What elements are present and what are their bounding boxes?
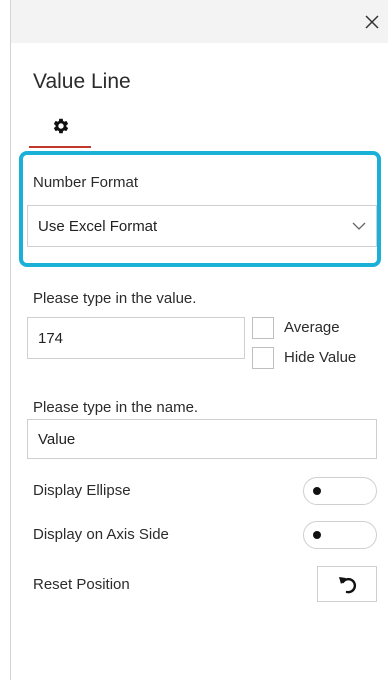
panel-title: Value Line: [33, 70, 131, 93]
number-format-label: Number Format: [33, 174, 139, 191]
display-axis-side-toggle[interactable]: [303, 521, 377, 549]
display-ellipse-toggle[interactable]: [303, 477, 377, 505]
toggle-knob: [313, 531, 321, 539]
hide-value-checkbox[interactable]: [252, 347, 274, 369]
average-label: Average: [284, 319, 340, 336]
reset-position-button[interactable]: [317, 566, 377, 602]
toggle-knob: [313, 487, 321, 495]
name-field-label: Please type in the name.: [33, 399, 199, 416]
average-checkbox[interactable]: [252, 317, 274, 339]
number-format-selected-value: Use Excel Format: [38, 218, 158, 235]
value-line-panel: Value Line Number Format Use Excel Forma…: [10, 0, 388, 680]
name-input[interactable]: [27, 419, 377, 459]
hide-value-label: Hide Value: [284, 349, 357, 366]
number-format-select[interactable]: Use Excel Format: [27, 205, 377, 247]
display-ellipse-label: Display Ellipse: [33, 482, 131, 499]
tab-active-indicator: [29, 146, 91, 148]
reset-position-label: Reset Position: [33, 576, 130, 593]
value-input[interactable]: [27, 317, 245, 359]
panel-header-bar: [11, 0, 388, 43]
value-field-label: Please type in the value.: [33, 290, 197, 307]
display-axis-side-label: Display on Axis Side: [33, 526, 169, 543]
tab-settings[interactable]: [29, 110, 91, 148]
close-icon[interactable]: [363, 13, 381, 31]
